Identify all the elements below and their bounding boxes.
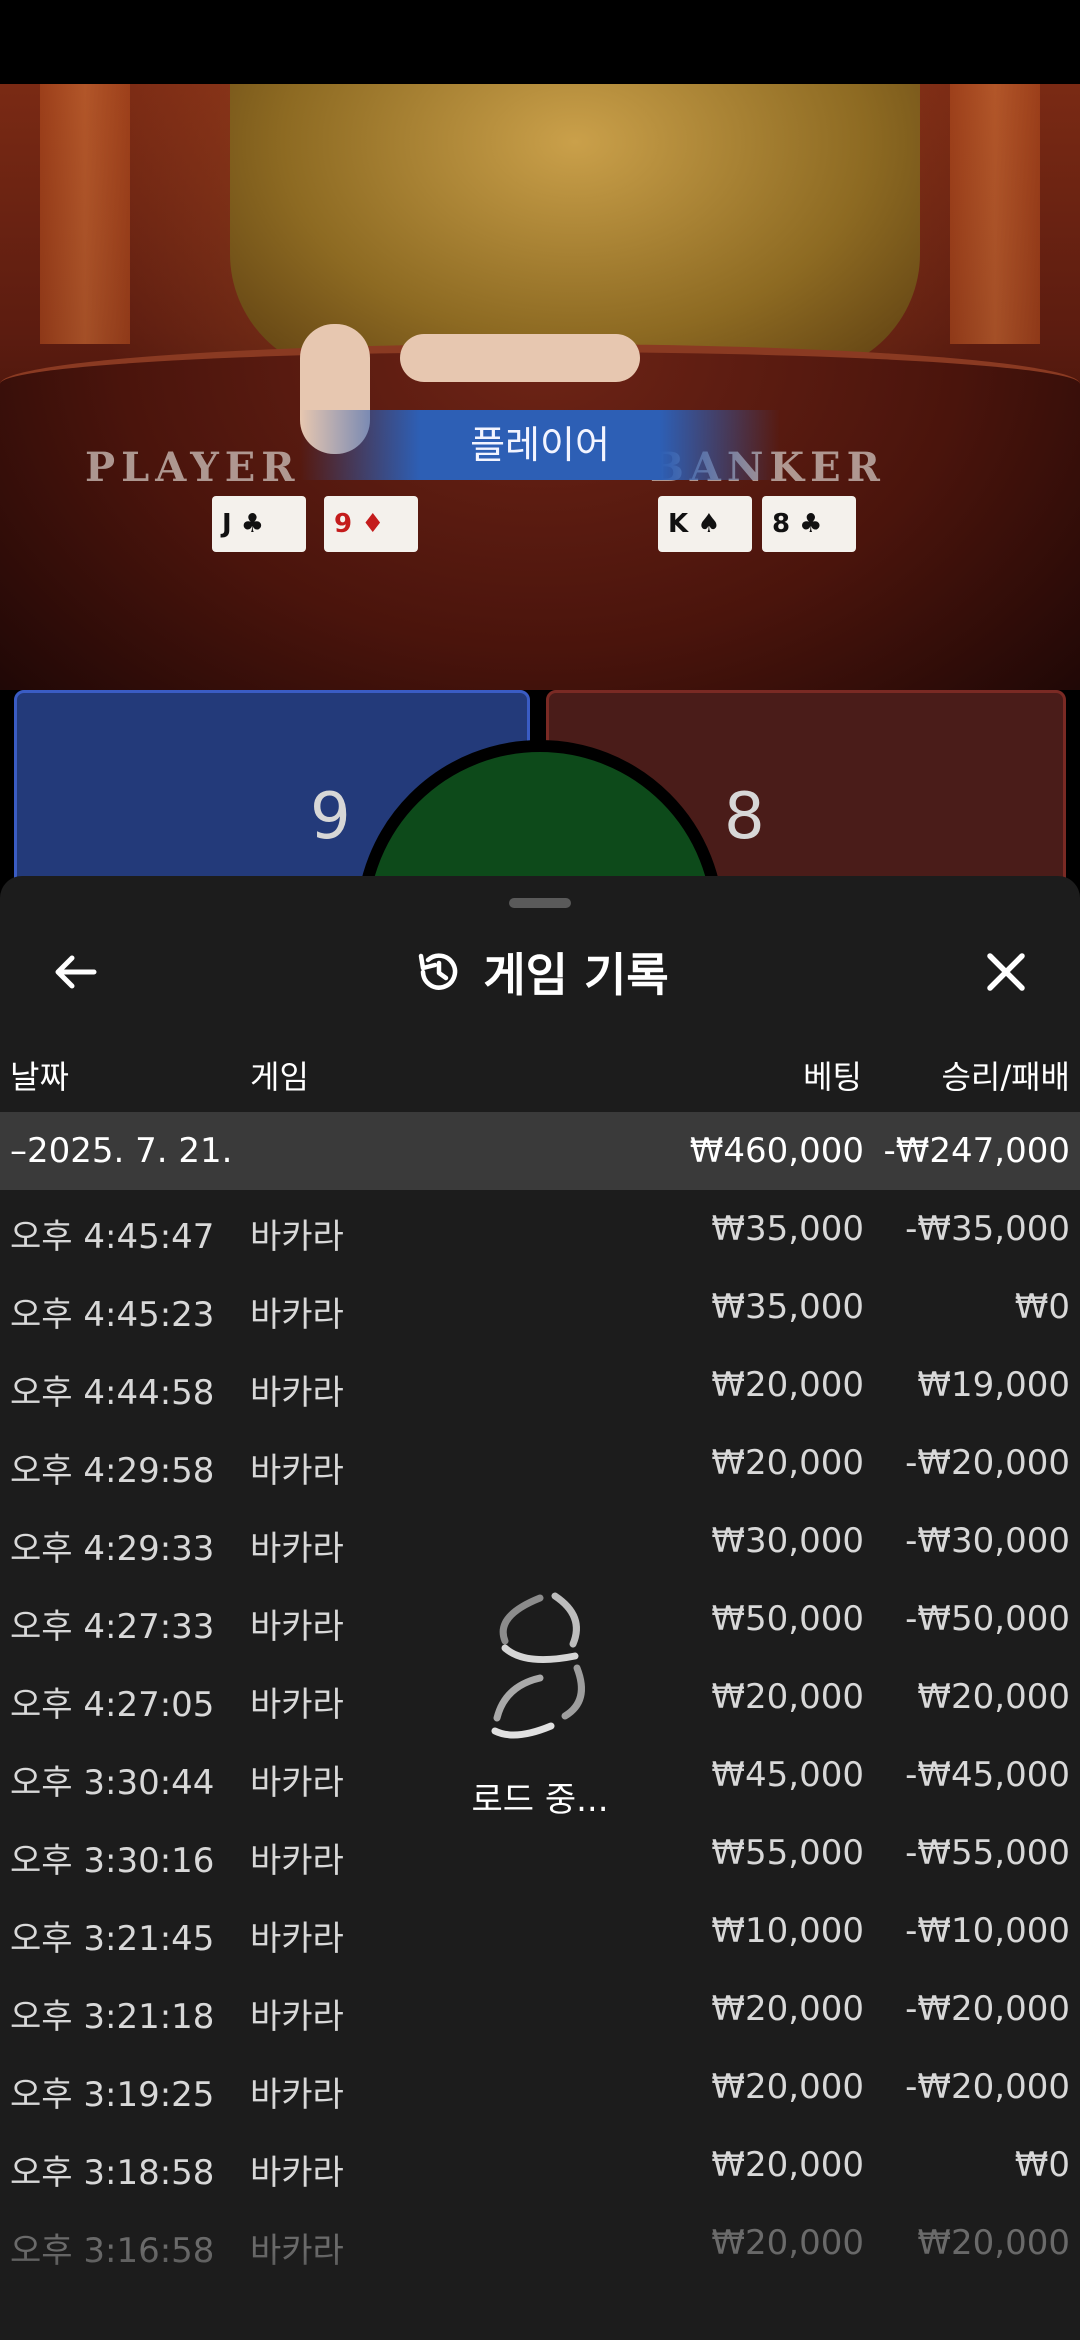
row-time: 오후 3:21:18 (10, 1997, 215, 2037)
close-button[interactable] (970, 936, 1042, 1008)
row-bet: ₩45,000 (711, 1755, 864, 1795)
row-time: 오후 4:29:33 (10, 1529, 215, 1569)
player-card-1: J ♣ (212, 496, 306, 552)
row-time: 오후 3:30:44 (10, 1763, 215, 1803)
row-bet: ₩20,000 (711, 1443, 864, 1483)
history-row[interactable]: 오후 4:29:33 바카라 ₩30,000 -₩30,000 (0, 1502, 1080, 1580)
row-game: 바카라 (250, 1763, 344, 1803)
status-bar (0, 0, 1080, 84)
player-card-2: 9 ♦ (324, 496, 418, 552)
row-win-loss: -₩10,000 (905, 1911, 1070, 1951)
score-panel: 9 8 (0, 690, 1080, 1108)
loading-indicator: 로드 중... (440, 1586, 640, 1821)
row-win-loss: -₩35,000 (905, 1209, 1070, 1249)
row-win-loss: ₩20,000 (917, 1677, 1070, 1717)
history-row[interactable]: 오후 3:19:25 바카라 ₩20,000 -₩20,000 (0, 2048, 1080, 2126)
history-row[interactable]: 오후 4:45:23 바카라 ₩35,000 ₩0 (0, 1268, 1080, 1346)
row-game: 바카라 (250, 1217, 344, 1257)
row-bet: ₩55,000 (711, 1833, 864, 1873)
history-row[interactable]: 오후 4:44:58 바카라 ₩20,000 ₩19,000 (0, 1346, 1080, 1424)
row-game: 바카라 (250, 1529, 344, 1569)
sheet-title: 게임 기록 (483, 948, 669, 1002)
date-group-win-total: -₩247,000 (883, 1131, 1071, 1171)
history-icon (419, 953, 458, 990)
row-game: 바카라 (250, 1373, 344, 1413)
player-score: 9 (310, 780, 351, 854)
row-bet: ₩35,000 (711, 1209, 864, 1249)
history-row[interactable]: 오후 4:29:58 바카라 ₩20,000 -₩20,000 (0, 1424, 1080, 1502)
loading-text: 로드 중... (471, 1780, 609, 1820)
row-time: 오후 3:18:58 (10, 2153, 215, 2193)
row-time: 오후 4:29:58 (10, 1451, 215, 1491)
background-pillar (950, 84, 1040, 344)
row-bet: ₩20,000 (711, 1677, 864, 1717)
list-bottom-fade (0, 2250, 1080, 2340)
history-row[interactable]: 오후 4:45:47 바카라 ₩35,000 -₩35,000 (0, 1190, 1080, 1268)
row-time: 오후 4:44:58 (10, 1373, 215, 1413)
row-game: 바카라 (250, 1451, 344, 1491)
row-game: 바카라 (250, 1295, 344, 1335)
row-win-loss: -₩20,000 (905, 1989, 1070, 2029)
sheet-drag-handle[interactable] (509, 898, 571, 908)
row-time: 오후 4:27:33 (10, 1607, 215, 1647)
row-game: 바카라 (250, 1607, 344, 1647)
history-row[interactable]: 오후 3:30:16 바카라 ₩55,000 -₩55,000 (0, 1814, 1080, 1892)
history-row[interactable]: 오후 3:18:58 바카라 ₩20,000 ₩0 (0, 2126, 1080, 2204)
baccarat-table (0, 344, 1080, 704)
row-bet: ₩20,000 (711, 2067, 864, 2107)
dealer-hand (400, 334, 640, 382)
column-header-win-loss: 승리/패배 (941, 1058, 1070, 1096)
column-header-date: 날짜 (10, 1058, 69, 1096)
row-bet: ₩50,000 (711, 1599, 864, 1639)
banker-score: 8 (724, 780, 765, 854)
row-time: 오후 3:30:16 (10, 1841, 215, 1881)
player-table-label: PLAYER (85, 444, 301, 491)
row-win-loss: -₩20,000 (905, 1443, 1070, 1483)
row-time: 오후 4:27:05 (10, 1685, 215, 1725)
row-time: 오후 4:45:23 (10, 1295, 215, 1335)
sheet-header: 게임 기록 (0, 936, 1080, 1008)
row-game: 바카라 (250, 1997, 344, 2037)
row-bet: ₩20,000 (711, 1989, 864, 2029)
row-bet: ₩10,000 (711, 1911, 864, 1951)
row-game: 바카라 (250, 2075, 344, 2115)
row-win-loss: ₩0 (1014, 2145, 1070, 2185)
round-result-banner: 플레이어 (300, 410, 780, 480)
date-group-bet-total: ₩460,000 (689, 1131, 864, 1171)
date-group-date: –2025. 7. 21. (10, 1131, 233, 1171)
row-win-loss: -₩55,000 (905, 1833, 1070, 1873)
history-row[interactable]: 오후 3:21:18 바카라 ₩20,000 -₩20,000 (0, 1970, 1080, 2048)
live-video-feed: PLAYER BANKER 플레이어 J ♣ 9 ♦ K ♠ 8 ♣ (0, 84, 1080, 704)
row-bet: ₩30,000 (711, 1521, 864, 1561)
row-win-loss: -₩50,000 (905, 1599, 1070, 1639)
row-time: 오후 4:45:47 (10, 1217, 215, 1257)
game-history-sheet: 게임 기록 날짜 게임 베팅 승리/패배 –2025. 7. 21. ₩460,… (0, 876, 1080, 2340)
row-win-loss: ₩19,000 (917, 1365, 1070, 1405)
row-game: 바카라 (250, 1685, 344, 1725)
loading-spinner-icon (491, 1592, 585, 1739)
banker-card-1: K ♠ (658, 496, 752, 552)
row-game: 바카라 (250, 1919, 344, 1959)
column-header-game: 게임 (250, 1058, 309, 1096)
row-bet: ₩35,000 (711, 1287, 864, 1327)
row-game: 바카라 (250, 2153, 344, 2193)
row-win-loss: -₩20,000 (905, 2067, 1070, 2107)
row-time: 오후 3:21:45 (10, 1919, 215, 1959)
history-row[interactable]: 오후 3:21:45 바카라 ₩10,000 -₩10,000 (0, 1892, 1080, 1970)
row-win-loss: -₩30,000 (905, 1521, 1070, 1561)
date-group-row[interactable]: –2025. 7. 21. ₩460,000 -₩247,000 (0, 1112, 1080, 1190)
row-win-loss: -₩45,000 (905, 1755, 1070, 1795)
banker-card-2: 8 ♣ (762, 496, 856, 552)
row-win-loss: ₩0 (1014, 1287, 1070, 1327)
row-time: 오후 3:19:25 (10, 2075, 215, 2115)
background-pillar (40, 84, 130, 344)
close-icon (987, 953, 1025, 991)
column-header-bet: 베팅 (803, 1058, 862, 1096)
row-bet: ₩20,000 (711, 2145, 864, 2185)
row-bet: ₩20,000 (711, 1365, 864, 1405)
row-game: 바카라 (250, 1841, 344, 1881)
